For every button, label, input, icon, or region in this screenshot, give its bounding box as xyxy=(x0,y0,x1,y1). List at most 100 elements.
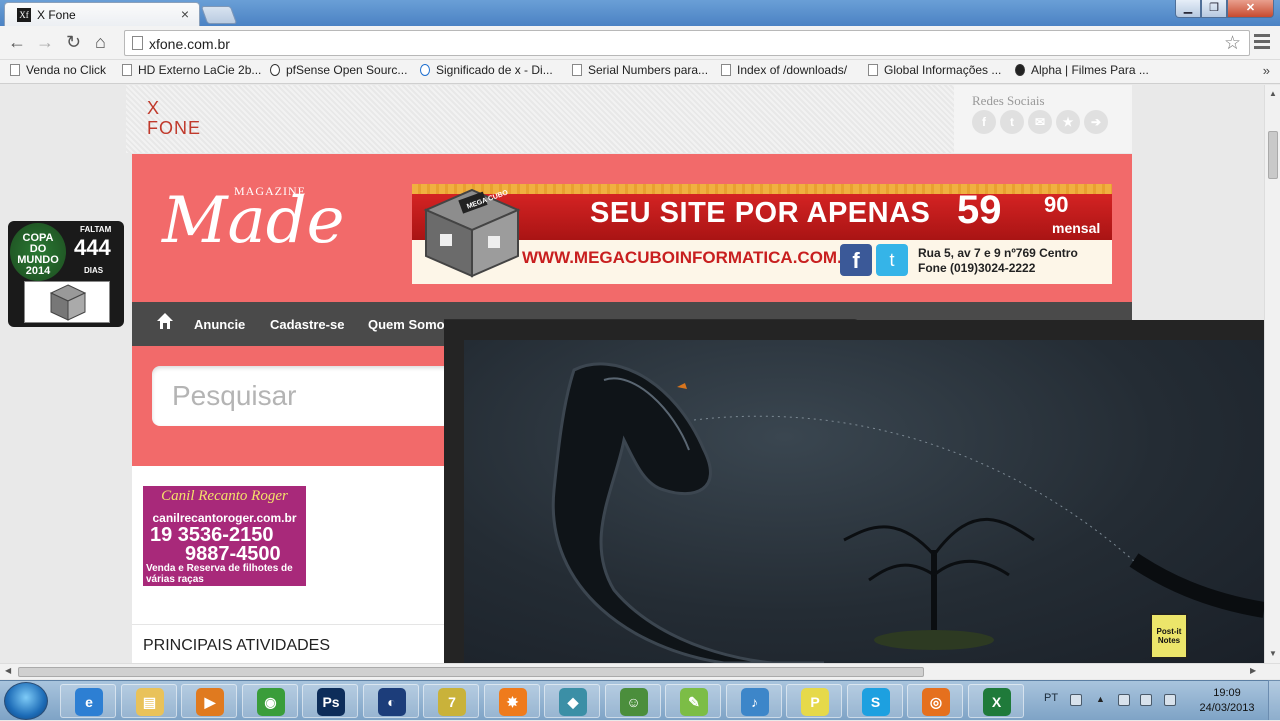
clock[interactable]: 19:09 24/03/2013 xyxy=(1192,686,1262,716)
home-icon[interactable]: ⌂ xyxy=(95,32,106,53)
site-header: Made MAGAZINE MEGA CUBO SEU SITE POR APE… xyxy=(132,154,1132,302)
horizontal-scroll-thumb[interactable] xyxy=(18,667,924,677)
horizontal-scrollbar[interactable]: ◀ ▶ xyxy=(0,663,1280,679)
twitter-icon[interactable]: t xyxy=(1000,110,1024,134)
pfsense-icon xyxy=(270,64,280,76)
close-window-button[interactable]: ✕ xyxy=(1227,0,1274,18)
menu-icon[interactable] xyxy=(1254,34,1270,52)
bookmark-star-icon[interactable]: ☆ xyxy=(1224,32,1241,55)
nav-cadastre-se[interactable]: Cadastre-se xyxy=(270,317,344,332)
taskbar-skype-button[interactable]: S xyxy=(846,684,903,718)
bookmark-item[interactable]: Alpha | Filmes Para ... xyxy=(1015,63,1149,77)
megacubo-ad-banner[interactable]: MEGA CUBO SEU SITE POR APENAS 59 90 mens… xyxy=(412,184,1112,284)
facebook-icon[interactable]: f xyxy=(972,110,996,134)
facebook-icon: f xyxy=(840,244,872,276)
page-icon xyxy=(572,64,582,76)
tab-xfone[interactable]: Xf X Fone × xyxy=(4,2,200,26)
taskbar-itunes-button[interactable]: ♪ xyxy=(725,684,782,718)
postit-notes-icon[interactable]: Post-it Notes xyxy=(1150,613,1188,659)
search-placeholder: Pesquisar xyxy=(172,380,297,411)
favicon-icon: Xf xyxy=(17,8,31,22)
taskbar-evernote-button[interactable]: ✎ xyxy=(665,684,721,718)
vertical-scroll-thumb[interactable] xyxy=(1268,131,1278,179)
made-magazine-logo[interactable]: Made MAGAZINE xyxy=(162,180,352,260)
ad-price: 59 xyxy=(957,188,1002,232)
search-panel: Pesquisar xyxy=(132,346,452,466)
new-tab-button[interactable] xyxy=(200,6,238,24)
ie-icon: e xyxy=(75,688,103,716)
taskbar-postit-button[interactable]: P xyxy=(786,684,842,718)
search-input[interactable]: Pesquisar xyxy=(152,366,452,426)
network-map-icon: ◆ xyxy=(559,688,587,716)
forward-arrow-icon[interactable]: → xyxy=(36,32,54,53)
url-text[interactable]: xfone.com.br xyxy=(149,36,230,52)
show-hidden-icons-icon[interactable]: ▲ xyxy=(1096,694,1108,706)
nav-quem-somos[interactable]: Quem Somo xyxy=(368,317,445,332)
taskbar-excel-button[interactable]: X xyxy=(967,684,1024,718)
sidebar-column: Canil Recanto Roger canilrecantoroger.co… xyxy=(132,466,444,663)
bookmarks-bar: Venda no Click HD Externo LaCie 2b... pf… xyxy=(0,60,1280,84)
skype-icon: S xyxy=(861,688,890,716)
show-desktop-button[interactable] xyxy=(1268,680,1280,720)
photoshop-icon: Ps xyxy=(317,688,345,716)
divider xyxy=(132,624,444,625)
itunes-icon: ♪ xyxy=(740,688,769,716)
arrow-icon[interactable]: ➔ xyxy=(1084,110,1108,134)
scroll-right-arrow-icon[interactable]: ▶ xyxy=(1250,666,1256,675)
reload-icon[interactable]: ↻ xyxy=(66,32,81,53)
taskbar-users-button[interactable]: ☺ xyxy=(604,684,661,718)
address-bar[interactable]: xfone.com.br ☆ xyxy=(124,30,1250,56)
scroll-down-arrow-icon[interactable]: ▼ xyxy=(1269,649,1277,658)
taskbar-avast-button[interactable]: ✸ xyxy=(483,684,540,718)
d-icon xyxy=(420,64,430,76)
bookmark-item[interactable]: Index of /downloads/ xyxy=(721,63,847,77)
ad-headline: SEU SITE POR APENAS xyxy=(590,197,931,229)
maximize-button[interactable]: ❐ xyxy=(1201,0,1227,18)
page-icon xyxy=(122,64,132,76)
taskbar-ie-button[interactable]: e xyxy=(60,684,116,718)
taskbar-media-player-button[interactable]: ▶ xyxy=(181,684,237,718)
app-dark-icon: ◐ xyxy=(377,688,406,716)
vertical-scrollbar[interactable]: ▲ ▼ xyxy=(1264,85,1280,663)
bookmark-item[interactable]: Venda no Click xyxy=(10,63,106,77)
back-arrow-icon[interactable]: ← xyxy=(8,32,26,53)
bookmark-item[interactable]: HD Externo LaCie 2b... xyxy=(122,63,261,77)
minimize-button[interactable]: ▁ xyxy=(1175,0,1201,18)
language-indicator[interactable]: PT xyxy=(1044,692,1058,704)
bookmark-item[interactable]: Global Informações ... xyxy=(868,63,1001,77)
taskbar-network-map-button[interactable]: ◆ xyxy=(544,684,600,718)
excel-icon: X xyxy=(982,688,1011,716)
action-center-icon[interactable] xyxy=(1118,694,1130,706)
site-logo[interactable]: X FONE xyxy=(147,98,201,138)
start-button[interactable] xyxy=(4,682,48,720)
email-icon[interactable]: ✉ xyxy=(1028,110,1052,134)
7zip-icon: 7 xyxy=(438,688,466,716)
taskbar-explorer-button[interactable]: ▤ xyxy=(120,684,177,718)
bookmark-item[interactable]: Serial Numbers para... xyxy=(572,63,708,77)
star-icon[interactable]: ★ xyxy=(1056,110,1080,134)
scroll-up-arrow-icon[interactable]: ▲ xyxy=(1269,89,1277,98)
taskbar-app-dark-button[interactable]: ◐ xyxy=(362,684,419,718)
taskbar-firefox-button[interactable]: ◎ xyxy=(907,684,963,718)
taskbar-chrome-button[interactable]: ◉ xyxy=(241,684,298,718)
twitter-bird-icon: t xyxy=(876,244,908,276)
network-icon[interactable] xyxy=(1140,694,1152,706)
keyboard-icon[interactable] xyxy=(1070,694,1082,706)
tab-title: X Fone xyxy=(37,8,76,22)
bookmarks-overflow-button[interactable]: » xyxy=(1263,63,1270,78)
canil-ad[interactable]: Canil Recanto Roger canilrecantoroger.co… xyxy=(143,486,306,586)
page-icon xyxy=(10,64,20,76)
close-tab-icon[interactable]: × xyxy=(181,6,189,22)
volume-icon[interactable] xyxy=(1164,694,1176,706)
bookmark-item[interactable]: pfSense Open Sourc... xyxy=(270,63,407,77)
world-cup-countdown-gadget[interactable]: COPA DO MUNDO 2014 FALTAM 444 DIAS xyxy=(8,221,124,327)
lightbox-image xyxy=(464,340,1264,663)
ad-price-cents: 90 xyxy=(1044,192,1069,217)
page-icon xyxy=(721,64,731,76)
nav-anuncie[interactable]: Anuncie xyxy=(194,317,245,332)
bookmark-item[interactable]: Significado de x - Di... xyxy=(420,63,553,77)
taskbar-7zip-button[interactable]: 7 xyxy=(423,684,479,718)
taskbar-photoshop-button[interactable]: Ps xyxy=(302,684,358,718)
home-icon[interactable] xyxy=(156,312,174,330)
scroll-left-arrow-icon[interactable]: ◀ xyxy=(5,666,11,675)
